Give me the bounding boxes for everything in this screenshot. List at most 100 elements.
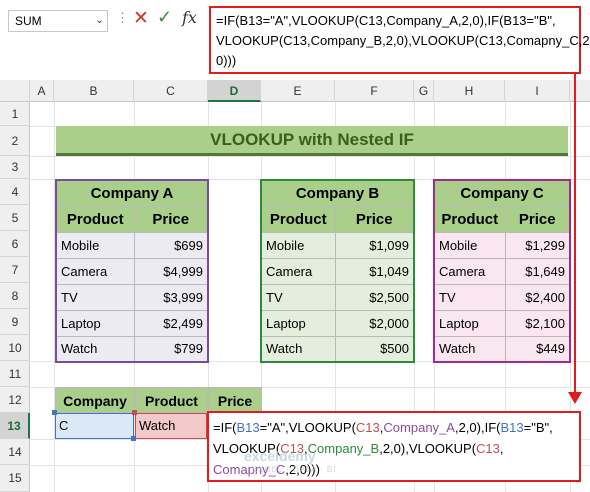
- row-header[interactable]: 11: [0, 361, 30, 387]
- product-cell[interactable]: TV: [433, 283, 506, 311]
- chevron-down-icon[interactable]: ⌄: [95, 13, 104, 26]
- price-cell[interactable]: $2,000: [334, 309, 415, 337]
- column-heading[interactable]: Price: [504, 205, 571, 233]
- product-cell[interactable]: Laptop: [55, 309, 135, 337]
- product-input-cell[interactable]: Watch: [135, 413, 207, 439]
- grid-line: [30, 156, 590, 157]
- formula-ref-company-b: Company_B: [307, 441, 380, 456]
- row-header[interactable]: 4: [0, 179, 30, 205]
- row-header[interactable]: 14: [0, 439, 30, 465]
- price-cell[interactable]: $3,999: [133, 283, 209, 311]
- price-cell[interactable]: $1,299: [504, 231, 571, 259]
- company-c-table: Company C Product Price Mobile $1,299 Cam…: [433, 179, 571, 363]
- reference-handle[interactable]: [131, 436, 136, 441]
- row-header[interactable]: 7: [0, 257, 30, 283]
- product-cell[interactable]: Mobile: [433, 231, 506, 259]
- formula-part: ,2,0),VLOOKUP(: [379, 441, 477, 456]
- product-cell[interactable]: Laptop: [433, 309, 506, 337]
- row-header[interactable]: 6: [0, 231, 30, 257]
- cancel-icon[interactable]: ✕: [133, 7, 149, 30]
- product-cell[interactable]: Camera: [260, 257, 336, 285]
- table-title[interactable]: Company B: [260, 179, 415, 207]
- reference-handle[interactable]: [132, 410, 137, 415]
- price-cell[interactable]: $799: [133, 335, 209, 363]
- column-header[interactable]: C: [134, 80, 208, 102]
- column-header[interactable]: A: [30, 80, 54, 102]
- row-header[interactable]: 12: [0, 387, 30, 413]
- row-header-selected[interactable]: 13: [0, 413, 30, 439]
- row-header[interactable]: 1: [0, 102, 30, 126]
- row-header[interactable]: 10: [0, 335, 30, 361]
- row-header[interactable]: 3: [0, 156, 30, 179]
- price-cell[interactable]: $2,500: [334, 283, 415, 311]
- product-cell[interactable]: Mobile: [55, 231, 135, 259]
- column-header[interactable]: F: [335, 80, 414, 102]
- product-cell[interactable]: Watch: [433, 335, 506, 363]
- column-heading[interactable]: Product: [433, 205, 506, 233]
- lookup-header-company[interactable]: Company: [55, 387, 135, 413]
- company-a-table: Company A Product Price Mobile $699 Camer…: [55, 179, 209, 363]
- column-heading[interactable]: Price: [334, 205, 415, 233]
- product-cell[interactable]: Mobile: [260, 231, 336, 259]
- formula-ref-company-a: Company_A: [383, 420, 455, 435]
- column-header-selected[interactable]: D: [208, 80, 261, 102]
- price-cell[interactable]: $4,999: [133, 257, 209, 285]
- formula-ref-c13: C13: [355, 420, 380, 435]
- price-cell[interactable]: $500: [334, 335, 415, 363]
- row-header[interactable]: 9: [0, 309, 30, 335]
- column-header[interactable]: H: [434, 80, 505, 102]
- column-heading[interactable]: Product: [260, 205, 336, 233]
- price-cell[interactable]: $2,499: [133, 309, 209, 337]
- lookup-header-price[interactable]: Price: [208, 387, 262, 413]
- name-box[interactable]: SUM ⌄: [8, 10, 108, 32]
- price-cell[interactable]: $1,649: [504, 257, 571, 285]
- enter-check-icon[interactable]: ✓: [157, 7, 172, 28]
- product-cell[interactable]: TV: [55, 283, 135, 311]
- lookup-header-product[interactable]: Product: [135, 387, 208, 413]
- formula-part: ="A",VLOOKUP(: [259, 420, 356, 435]
- company-input-cell[interactable]: C: [55, 413, 134, 439]
- column-header[interactable]: E: [261, 80, 335, 102]
- column-header[interactable]: B: [54, 80, 134, 102]
- row-header[interactable]: 2: [0, 126, 30, 156]
- formula-part: =IF(: [213, 420, 237, 435]
- price-cell[interactable]: $1,099: [334, 231, 415, 259]
- price-cell[interactable]: $699: [133, 231, 209, 259]
- formula-input[interactable]: =IF(B13="A",VLOOKUP(C13,Company_A,2,0),I…: [209, 6, 590, 74]
- product-cell[interactable]: Watch: [260, 335, 336, 363]
- product-cell[interactable]: Laptop: [260, 309, 336, 337]
- formula-bar-area: SUM ⌄ ⋮ ✕ ✓ fx =IF(B13="A",VLOOKUP(C13,C…: [0, 0, 590, 80]
- row-header[interactable]: 15: [0, 465, 30, 492]
- column-headers: A B C D E F G H I: [0, 80, 590, 102]
- column-heading[interactable]: Product: [55, 205, 135, 233]
- formula-ref-b13: B13: [236, 420, 260, 435]
- name-box-value: SUM: [15, 14, 42, 28]
- more-dots-icon: ⋮: [116, 10, 129, 25]
- formula-part: ,: [499, 441, 504, 456]
- watermark-logo: exceldemy: [244, 448, 316, 464]
- row-headers: 1 2 3 4 5 6 7 8 9 10 11 12 13 14 15: [0, 102, 30, 492]
- select-all-corner[interactable]: [0, 80, 30, 102]
- table-title[interactable]: Company A: [55, 179, 209, 207]
- price-cell[interactable]: $1,049: [334, 257, 415, 285]
- table-title[interactable]: Company C: [433, 179, 571, 207]
- reference-handle[interactable]: [52, 410, 57, 415]
- column-header[interactable]: I: [505, 80, 570, 102]
- column-header[interactable]: G: [414, 80, 434, 102]
- row-header[interactable]: 5: [0, 205, 30, 231]
- watermark-tagline: EXCEL · DATA · BI: [252, 465, 337, 474]
- product-cell[interactable]: Camera: [433, 257, 506, 285]
- price-cell[interactable]: $2,400: [504, 283, 571, 311]
- price-cell[interactable]: $449: [504, 335, 571, 363]
- sheet-title[interactable]: VLOOKUP with Nested IF: [56, 126, 568, 156]
- product-cell[interactable]: TV: [260, 283, 336, 311]
- product-cell[interactable]: Camera: [55, 257, 135, 285]
- product-cell[interactable]: Watch: [55, 335, 135, 363]
- formula-ref-c13: C13: [476, 441, 500, 456]
- row-header[interactable]: 8: [0, 283, 30, 309]
- insert-function-icon[interactable]: fx: [182, 8, 197, 27]
- column-heading[interactable]: Price: [133, 205, 209, 233]
- formula-ref-b13: B13: [500, 420, 524, 435]
- company-b-table: Company B Product Price Mobile $1,099 Cam…: [260, 179, 415, 363]
- price-cell[interactable]: $2,100: [504, 309, 571, 337]
